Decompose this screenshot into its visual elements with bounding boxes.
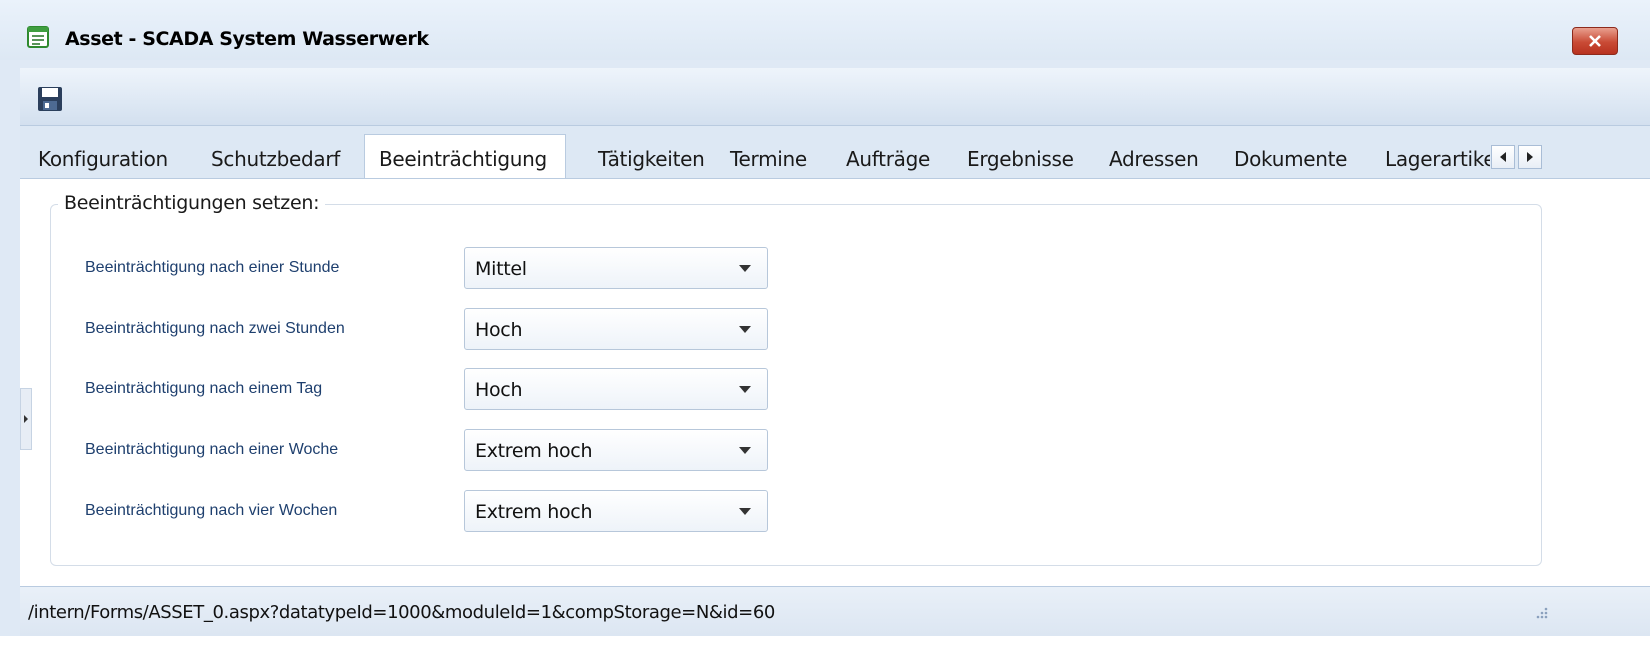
select-value: Extrem hoch xyxy=(475,501,593,523)
tab-termine[interactable]: Termine xyxy=(730,140,807,178)
tab-beeintraechtigung[interactable]: Beeinträchtigung xyxy=(364,134,566,179)
tab-scroll-right-button[interactable] xyxy=(1518,145,1542,169)
arrow-left-icon xyxy=(1500,152,1506,162)
select-value: Mittel xyxy=(475,258,527,280)
chevron-down-icon xyxy=(739,265,751,272)
arrow-right-icon xyxy=(24,415,28,423)
tab-dokumente[interactable]: Dokumente xyxy=(1234,140,1348,178)
window-bottom-edge xyxy=(0,636,1650,666)
select-one-hour[interactable]: Mittel xyxy=(464,247,768,289)
label-one-day: Beeinträchtigung nach einem Tag xyxy=(85,380,323,397)
label-two-hours: Beeinträchtigung nach zwei Stunden xyxy=(85,320,345,337)
floppy-disk-icon xyxy=(38,87,62,111)
label-one-hour: Beeinträchtigung nach einer Stunde xyxy=(85,259,340,276)
close-icon xyxy=(1589,35,1601,47)
panel-splitter-handle[interactable] xyxy=(20,388,32,450)
select-one-day[interactable]: Hoch xyxy=(464,368,768,410)
resize-grip-icon[interactable] xyxy=(1533,604,1549,620)
select-value: Hoch xyxy=(475,379,523,401)
tab-schutzbedarf[interactable]: Schutzbedarf xyxy=(211,140,340,178)
toolbar xyxy=(20,68,1650,126)
tab-scroll-left-button[interactable] xyxy=(1491,145,1515,169)
select-value: Extrem hoch xyxy=(475,440,593,462)
select-four-weeks[interactable]: Extrem hoch xyxy=(464,490,768,532)
select-value: Hoch xyxy=(475,319,523,341)
tab-ergebnisse[interactable]: Ergebnisse xyxy=(967,140,1074,178)
close-button[interactable] xyxy=(1572,27,1618,55)
tab-auftraege[interactable]: Aufträge xyxy=(846,140,930,178)
dialog-window: Asset - SCADA System Wasserwerk Konfigur… xyxy=(0,0,1650,666)
chevron-down-icon xyxy=(739,508,751,515)
tab-adressen[interactable]: Adressen xyxy=(1109,140,1199,178)
group-legend: Beeinträchtigungen setzen: xyxy=(58,192,326,214)
window-title: Asset - SCADA System Wasserwerk xyxy=(65,28,429,50)
select-two-hours[interactable]: Hoch xyxy=(464,308,768,350)
arrow-right-icon xyxy=(1527,152,1533,162)
chevron-down-icon xyxy=(739,447,751,454)
title-bar[interactable]: Asset - SCADA System Wasserwerk xyxy=(0,0,1650,60)
label-one-week: Beeinträchtigung nach einer Woche xyxy=(85,441,339,458)
select-one-week[interactable]: Extrem hoch xyxy=(464,429,768,471)
chevron-down-icon xyxy=(739,386,751,393)
tab-clip: Lagerartikel xyxy=(1385,134,1490,178)
tab-taetigkeiten[interactable]: Tätigkeiten xyxy=(598,140,705,178)
tab-konfiguration[interactable]: Konfiguration xyxy=(38,140,168,178)
label-four-weeks: Beeinträchtigung nach vier Wochen xyxy=(85,502,338,519)
form-icon xyxy=(27,26,49,48)
save-button[interactable] xyxy=(36,85,64,113)
status-url: /intern/Forms/ASSET_0.aspx?datatypeId=10… xyxy=(28,602,775,623)
tab-lagerartikel[interactable]: Lagerartikel xyxy=(1385,140,1490,178)
chevron-down-icon xyxy=(739,326,751,333)
